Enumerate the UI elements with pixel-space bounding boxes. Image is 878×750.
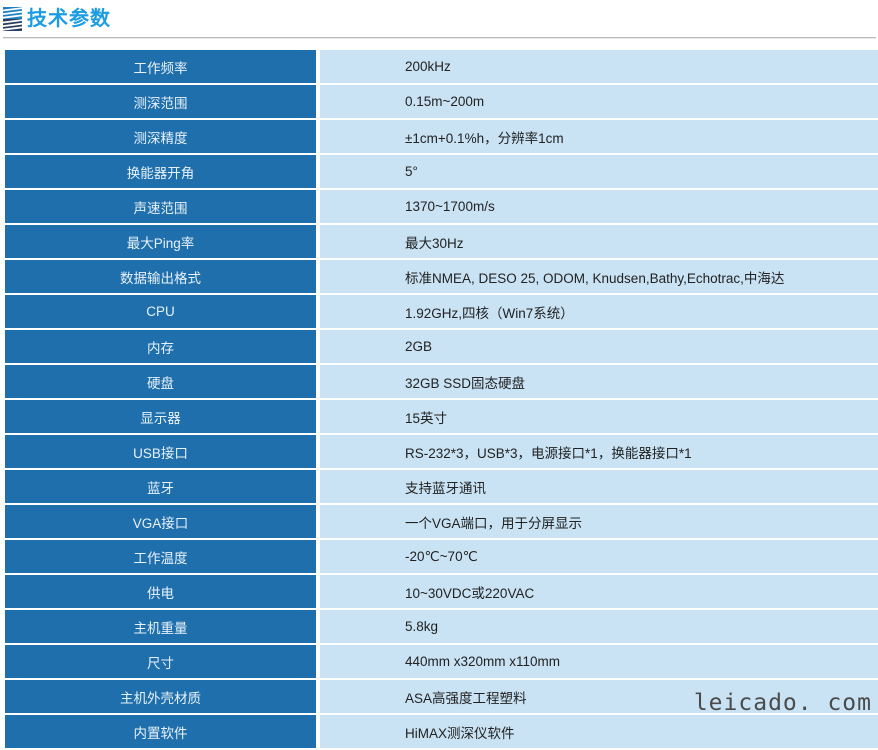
spec-value-cell: 支持蓝牙通讯 bbox=[320, 470, 878, 503]
spec-value-cell: ±1cm+0.1%h，分辨率1cm bbox=[320, 120, 878, 153]
spec-value-cell: 0.15m~200m bbox=[320, 85, 878, 118]
spec-value-cell: 2GB bbox=[320, 330, 878, 363]
spec-label-cell: 内存 bbox=[5, 330, 316, 363]
table-row: 数据输出格式 标准NMEA, DESO 25, ODOM, Knudsen,Bat… bbox=[0, 260, 878, 293]
spec-label-cell: 声速范围 bbox=[5, 190, 316, 223]
table-row: 测深范围 0.15m~200m bbox=[0, 85, 878, 118]
specification-table: 工作频率 200kHz 测深范围 0.15m~200m 测深精度 ±1cm+0.1%h，分… bbox=[0, 50, 878, 750]
spec-label-cell: 尺寸 bbox=[5, 645, 316, 678]
table-row: 内存 2GB bbox=[0, 330, 878, 363]
spec-value-cell: 10~30VDC或220VAC bbox=[320, 575, 878, 608]
spec-label-cell: USB接口 bbox=[5, 435, 316, 468]
spec-label-cell: 主机重量 bbox=[5, 610, 316, 643]
spec-label-cell: 硬盘 bbox=[5, 365, 316, 398]
spec-value-cell: 一个VGA端口，用于分屏显示 bbox=[320, 505, 878, 538]
table-row: 最大Ping率 最大30Hz bbox=[0, 225, 878, 258]
spec-label-cell: 内置软件 bbox=[5, 715, 316, 748]
spec-value-cell: RS-232*3，USB*3，电源接口*1，换能器接口*1 bbox=[320, 435, 878, 468]
striped-square-logo-icon bbox=[3, 7, 22, 31]
table-row: CPU 1.92GHz,四核（Win7系统） bbox=[0, 295, 878, 328]
spec-value-cell: 标准NMEA, DESO 25, ODOM, Knudsen,Bathy,Ech… bbox=[320, 260, 878, 293]
spec-value-cell: 15英寸 bbox=[320, 400, 878, 433]
spec-value-cell: -20℃~70℃ bbox=[320, 540, 878, 573]
spec-value-cell: 1370~1700m/s bbox=[320, 190, 878, 223]
spec-label-cell: 主机外壳材质 bbox=[5, 680, 316, 713]
spec-label-cell: CPU bbox=[5, 295, 316, 328]
spec-value-cell: 32GB SSD固态硬盘 bbox=[320, 365, 878, 398]
table-row: 内置软件 HiMAX测深仪软件 bbox=[0, 715, 878, 748]
spec-value-cell: 1.92GHz,四核（Win7系统） bbox=[320, 295, 878, 328]
table-row: 蓝牙 支持蓝牙通讯 bbox=[0, 470, 878, 503]
spec-label-cell: 供电 bbox=[5, 575, 316, 608]
table-row: 主机重量 5.8kg bbox=[0, 610, 878, 643]
table-row: 声速范围 1370~1700m/s bbox=[0, 190, 878, 223]
spec-label-cell: 显示器 bbox=[5, 400, 316, 433]
spec-value-cell: 最大30Hz bbox=[320, 225, 878, 258]
spec-value-cell: HiMAX测深仪软件 bbox=[320, 715, 878, 748]
table-row: 显示器 15英寸 bbox=[0, 400, 878, 433]
spec-label-cell: 测深范围 bbox=[5, 85, 316, 118]
table-row: 工作温度 -20℃~70℃ bbox=[0, 540, 878, 573]
page-title: 技术参数 bbox=[27, 8, 111, 30]
section-header: 技术参数 bbox=[0, 0, 878, 40]
table-row: 换能器开角 5° bbox=[0, 155, 878, 188]
spec-label-cell: 蓝牙 bbox=[5, 470, 316, 503]
spec-label-cell: 数据输出格式 bbox=[5, 260, 316, 293]
spec-label-cell: 最大Ping率 bbox=[5, 225, 316, 258]
spec-label-cell: 工作温度 bbox=[5, 540, 316, 573]
spec-value-cell: ASA高强度工程塑料 bbox=[320, 680, 878, 713]
spec-label-cell: 换能器开角 bbox=[5, 155, 316, 188]
spec-value-cell: 440mm x320mm x110mm bbox=[320, 645, 878, 678]
table-row: 工作频率 200kHz bbox=[0, 50, 878, 83]
table-row: 尺寸 440mm x320mm x110mm bbox=[0, 645, 878, 678]
table-row: VGA接口 一个VGA端口，用于分屏显示 bbox=[0, 505, 878, 538]
spec-value-cell: 5° bbox=[320, 155, 878, 188]
spec-value-cell: 200kHz bbox=[320, 50, 878, 83]
header-divider bbox=[3, 37, 876, 39]
spec-value-cell: 5.8kg bbox=[320, 610, 878, 643]
table-row: 供电 10~30VDC或220VAC bbox=[0, 575, 878, 608]
table-row: USB接口 RS-232*3，USB*3，电源接口*1，换能器接口*1 bbox=[0, 435, 878, 468]
table-row: 主机外壳材质 ASA高强度工程塑料 bbox=[0, 680, 878, 713]
table-row: 测深精度 ±1cm+0.1%h，分辨率1cm bbox=[0, 120, 878, 153]
spec-label-cell: 工作频率 bbox=[5, 50, 316, 83]
table-row: 硬盘 32GB SSD固态硬盘 bbox=[0, 365, 878, 398]
spec-label-cell: 测深精度 bbox=[5, 120, 316, 153]
spec-label-cell: VGA接口 bbox=[5, 505, 316, 538]
